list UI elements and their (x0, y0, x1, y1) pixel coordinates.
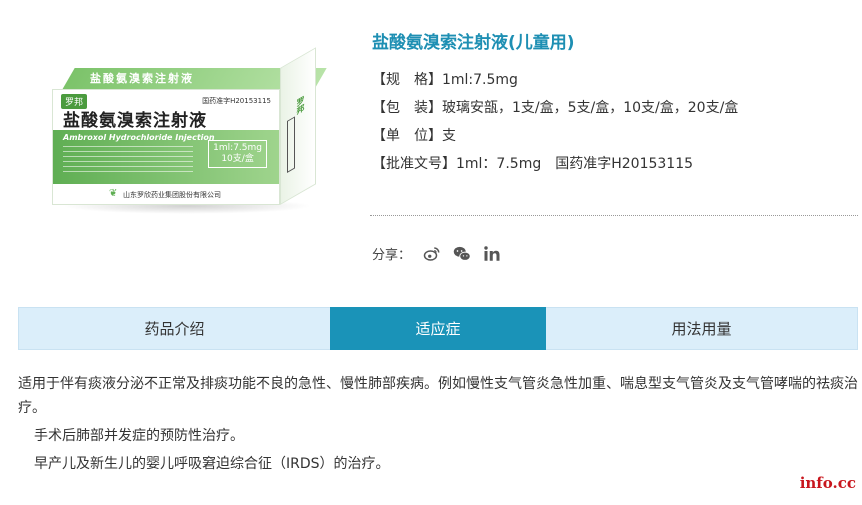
box-spec-badge: 1ml:7.5mg 10支/盒 (208, 140, 267, 168)
info-value: 玻璃安瓿，1支/盒，5支/盒，10支/盒，20支/盒 (442, 100, 739, 116)
info-value: 1ml：7.5mg 国药准字H20153115 (456, 156, 694, 172)
wechat-icon[interactable] (453, 245, 471, 263)
info-row-approval: 【批准文号】1ml：7.5mg 国药准字H20153115 (372, 154, 738, 182)
info-row-spec: 【规 格】1ml:7.5mg (372, 70, 738, 98)
tab-bar: 药品介绍 适应症 用法用量 (18, 307, 858, 350)
box-approval-number: 国药准字H20153115 (202, 97, 271, 105)
box-spec-count: 10支/盒 (221, 154, 254, 164)
info-label: 【包 装】 (372, 100, 442, 116)
box-side-brand: 罗邦 (296, 94, 305, 116)
tab-dosage[interactable]: 用法用量 (546, 307, 858, 350)
box-side: 罗邦 (280, 47, 316, 205)
tab-indications[interactable]: 适应症 (330, 307, 546, 350)
content-paragraph: 早产儿及新生儿的婴儿呼吸窘迫综合征（IRDS）的治疗。 (34, 456, 390, 472)
info-value: 1ml:7.5mg (442, 72, 518, 88)
content-paragraph: 适用于伴有痰液分泌不正常及排痰功能不良的急性、慢性肺部疾病。例如慢性支气管炎急性… (18, 376, 858, 416)
tab-content: 适用于伴有痰液分泌不正常及排痰功能不良的急性、慢性肺部疾病。例如慢性支气管炎急性… (18, 372, 858, 480)
box-product-name: 盐酸氨溴索注射液 (63, 111, 207, 131)
box-spec-dose: 1ml:7.5mg (213, 143, 262, 153)
watermark: info.cc (799, 474, 856, 492)
info-label: 【单 位】 (372, 128, 442, 144)
product-title: 盐酸氨溴索注射液(儿童用) (372, 33, 575, 53)
linkedin-icon[interactable] (483, 245, 501, 263)
tab-drug-intro[interactable]: 药品介绍 (18, 307, 330, 350)
weibo-icon[interactable] (423, 245, 441, 263)
info-label: 【规 格】 (372, 72, 442, 88)
box-side-slot (287, 116, 295, 173)
content-paragraph: 手术后肺部并发症的预防性治疗。 (34, 428, 244, 444)
info-value: 支 (442, 128, 456, 144)
info-row-package: 【包 装】玻璃安瓿，1支/盒，5支/盒，10支/盒，20支/盒 (372, 98, 738, 126)
box-english-name: Ambroxol Hydrochloride Injection (63, 133, 215, 142)
product-image: 盐酸氨溴索注射液 罗邦 国药准字H20153115 盐酸氨溴索注射液 Ambro… (40, 47, 330, 228)
info-row-unit: 【单 位】支 (372, 126, 738, 154)
product-info-list: 【规 格】1ml:7.5mg 【包 装】玻璃安瓿，1支/盒，5支/盒，10支/盒… (372, 70, 738, 182)
leaf-icon: ❦ (109, 188, 118, 199)
box-text-lines (63, 146, 193, 176)
info-label: 【批准文号】 (372, 156, 456, 172)
box-front: 罗邦 国药准字H20153115 盐酸氨溴索注射液 Ambroxol Hydro… (52, 89, 280, 205)
box-top-text: 盐酸氨溴索注射液 (90, 72, 194, 85)
info-divider (370, 215, 858, 216)
share-label: 分享： (372, 248, 412, 263)
share-bar: 分享： (372, 244, 501, 263)
box-manufacturer: 山东罗欣药业集团股份有限公司 (123, 191, 221, 199)
